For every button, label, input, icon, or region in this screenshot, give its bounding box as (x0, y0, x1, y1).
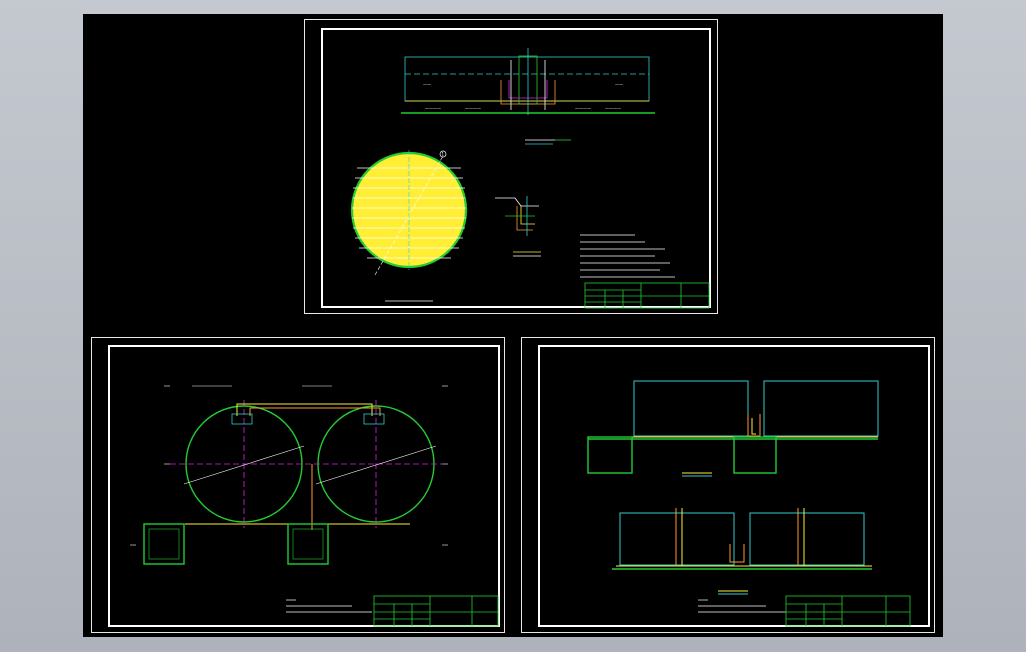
notes-block (580, 234, 675, 278)
sheet-2-drawing (130, 385, 499, 627)
lower-section (612, 508, 872, 595)
svg-text:————: ———— (425, 106, 441, 111)
drawing-sheet-1[interactable]: —— —— ———— ———— ———— ———— 1 (304, 19, 718, 314)
title-block-3 (785, 595, 911, 627)
svg-text:————: ———— (575, 106, 591, 111)
svg-text:1: 1 (442, 152, 445, 157)
notes-3 (698, 599, 786, 613)
drawing-sheet-3[interactable] (521, 337, 935, 633)
twin-tank-plan (170, 400, 442, 530)
detail-section (495, 196, 541, 257)
drawing-sheet-2[interactable] (91, 337, 505, 633)
valve-pits (143, 523, 329, 565)
svg-text:————: ———— (465, 106, 481, 111)
section-text-top: —— —— ———— ———— ———— ———— (423, 82, 623, 111)
title-block-1 (584, 282, 710, 309)
circular-plan-yellow: 1 (350, 150, 468, 276)
notes-2 (286, 599, 372, 613)
svg-text:——: —— (423, 82, 431, 87)
upper-section (587, 380, 879, 477)
sheet-3-drawing (587, 380, 911, 627)
dimension-axes (130, 385, 448, 546)
sheet-1-drawing: —— —— ———— ———— ———— ———— 1 (350, 48, 710, 309)
model-space-canvas[interactable]: —— —— ———— ———— ———— ———— 1 (83, 14, 943, 637)
svg-text:——: —— (615, 82, 623, 87)
svg-text:————: ———— (605, 106, 621, 111)
cad-viewport[interactable]: —— —— ———— ———— ———— ———— 1 (0, 0, 1026, 652)
title-block-2 (373, 595, 499, 627)
